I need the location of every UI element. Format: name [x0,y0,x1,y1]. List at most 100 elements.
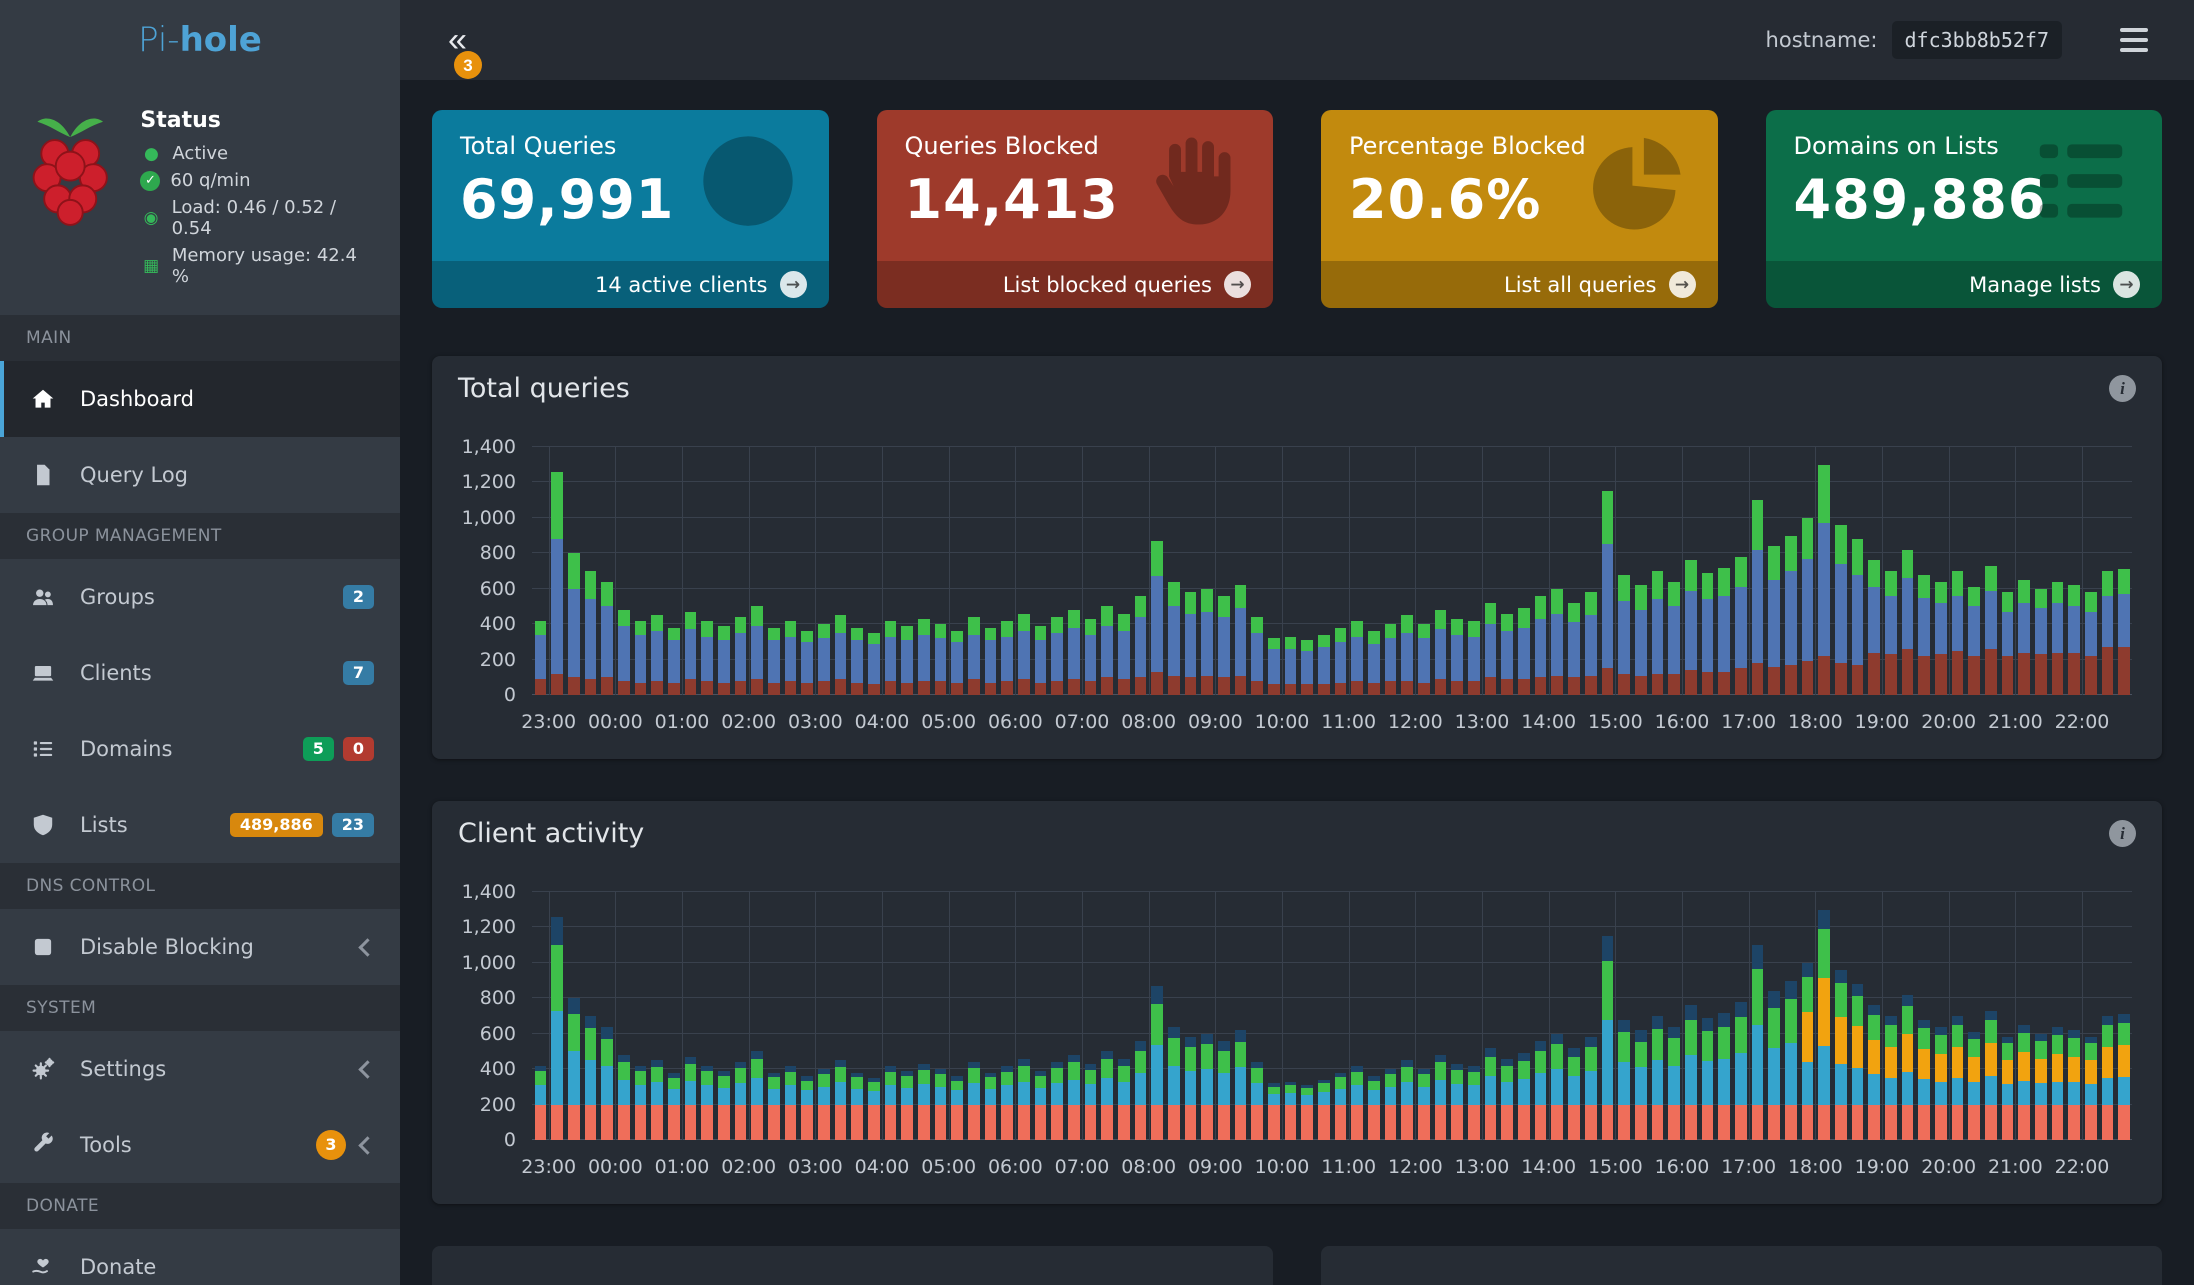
bar[interactable] [1966,447,1983,695]
bar[interactable] [715,447,732,695]
bar[interactable] [1982,447,1999,695]
bar[interactable] [849,447,866,695]
bar[interactable] [865,447,882,695]
bar[interactable] [1849,447,1866,695]
bar[interactable] [1299,447,1316,695]
bar[interactable] [1032,892,1049,1140]
bar[interactable] [1382,447,1399,695]
bar[interactable] [1999,892,2016,1140]
bar[interactable] [1632,892,1649,1140]
bar[interactable] [632,447,649,695]
bar[interactable] [532,447,549,695]
bar[interactable] [1599,892,1616,1140]
bar[interactable] [1332,447,1349,695]
bar[interactable] [665,447,682,695]
bar[interactable] [2116,892,2133,1140]
bar[interactable] [1599,447,1616,695]
card-footer-link[interactable]: 14 active clients→ [432,261,829,308]
bar[interactable] [982,447,999,695]
bar[interactable] [815,892,832,1140]
bar[interactable] [899,892,916,1140]
bar[interactable] [1149,892,1166,1140]
bar[interactable] [1799,447,1816,695]
bar[interactable] [699,447,716,695]
bar[interactable] [1982,892,1999,1140]
bar[interactable] [1349,447,1366,695]
bar[interactable] [832,892,849,1140]
sidebar-item-settings[interactable]: Settings [0,1031,400,1107]
bar[interactable] [932,892,949,1140]
bar[interactable] [1782,892,1799,1140]
bar[interactable] [1149,447,1166,695]
bar[interactable] [982,892,999,1140]
sidebar-collapse-button[interactable]: « 3 [440,19,475,61]
bar[interactable] [1832,892,1849,1140]
bar[interactable] [1682,892,1699,1140]
bar[interactable] [1432,447,1449,695]
bar[interactable] [1282,892,1299,1140]
bar[interactable] [1049,447,1066,695]
pihole-logo[interactable]: Pi-hole [0,0,400,80]
bar[interactable] [1316,892,1333,1140]
bar[interactable] [1682,447,1699,695]
bar[interactable] [1882,892,1899,1140]
bar[interactable] [949,447,966,695]
bar[interactable] [599,447,616,695]
bar[interactable] [1199,892,1216,1140]
bar[interactable] [1132,892,1149,1140]
bar[interactable] [1916,892,1933,1140]
bar[interactable] [2016,892,2033,1140]
bar[interactable] [1566,447,1583,695]
bar[interactable] [1716,892,1733,1140]
sidebar-item-dashboard[interactable]: Dashboard [0,361,400,437]
bar[interactable] [615,892,632,1140]
bar[interactable] [1416,892,1433,1140]
bar[interactable] [1799,892,1816,1140]
bar[interactable] [965,447,982,695]
info-icon[interactable]: i [2109,375,2136,402]
bar[interactable] [549,892,566,1140]
bar[interactable] [1182,447,1199,695]
bar[interactable] [1699,892,1716,1140]
bar[interactable] [1316,447,1333,695]
bar[interactable] [1299,892,1316,1140]
bar[interactable] [2082,892,2099,1140]
bar[interactable] [1066,447,1083,695]
bar[interactable] [2016,447,2033,695]
bar[interactable] [582,447,599,695]
bar[interactable] [865,892,882,1140]
bar[interactable] [1249,892,1266,1140]
bar[interactable] [1866,892,1883,1140]
bar[interactable] [1649,447,1666,695]
bar[interactable] [2116,447,2133,695]
bar[interactable] [815,447,832,695]
bar[interactable] [599,892,616,1140]
bar[interactable] [999,892,1016,1140]
bar[interactable] [1632,447,1649,695]
bar[interactable] [1899,447,1916,695]
bar[interactable] [1932,447,1949,695]
sidebar-item-tools[interactable]: Tools3 [0,1107,400,1183]
bar[interactable] [649,447,666,695]
bar[interactable] [1449,447,1466,695]
bar[interactable] [1466,447,1483,695]
bar[interactable] [1166,447,1183,695]
bar[interactable] [1716,447,1733,695]
bar[interactable] [1166,892,1183,1140]
bar[interactable] [1199,447,1216,695]
bar[interactable] [2082,447,2099,695]
bar[interactable] [882,447,899,695]
bar[interactable] [1116,447,1133,695]
bar[interactable] [1916,447,1933,695]
bar[interactable] [2032,892,2049,1140]
bar[interactable] [1216,447,1233,695]
bar[interactable] [799,892,816,1140]
bar[interactable] [1899,892,1916,1140]
bar[interactable] [1616,892,1633,1140]
bar[interactable] [1966,892,1983,1140]
bar[interactable] [1749,447,1766,695]
bar[interactable] [615,447,632,695]
bar[interactable] [1282,447,1299,695]
bar[interactable] [1816,892,1833,1140]
bar[interactable] [1082,447,1099,695]
